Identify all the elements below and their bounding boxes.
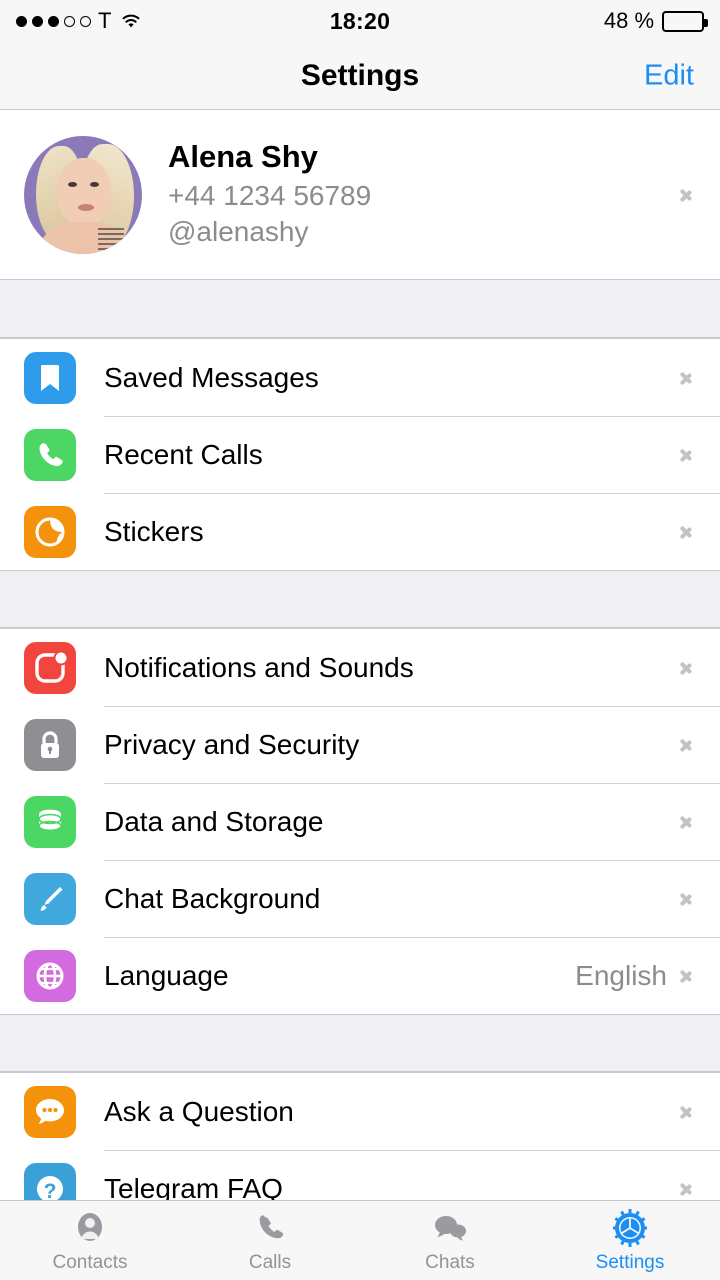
page-title: Settings bbox=[301, 59, 419, 93]
chat-bubble-icon bbox=[24, 1086, 76, 1138]
settings-row[interactable]: Stickers bbox=[0, 493, 720, 570]
lock-icon bbox=[24, 719, 76, 771]
settings-row[interactable]: Ask a Question bbox=[0, 1073, 720, 1150]
settings-row-label: Ask a Question bbox=[104, 1096, 294, 1128]
navigation-bar: Settings Edit bbox=[0, 42, 720, 110]
settings-row-label: Stickers bbox=[104, 516, 204, 548]
bookmark-icon bbox=[24, 352, 76, 404]
clock-label: 18:20 bbox=[330, 8, 390, 35]
tab-contacts[interactable]: Contacts bbox=[0, 1201, 180, 1280]
chevron-right-icon bbox=[679, 442, 694, 468]
profile-name: Alena Shy bbox=[168, 139, 371, 176]
chevron-right-icon bbox=[679, 182, 694, 208]
database-icon bbox=[24, 796, 76, 848]
avatar bbox=[24, 136, 142, 254]
chevron-right-icon bbox=[679, 963, 694, 989]
chevron-right-icon bbox=[679, 732, 694, 758]
phone-icon bbox=[24, 429, 76, 481]
chevron-right-icon bbox=[679, 365, 694, 391]
sticker-icon bbox=[24, 506, 76, 558]
settings-row-label: Privacy and Security bbox=[104, 729, 359, 761]
contacts-person-icon bbox=[70, 1208, 110, 1248]
settings-row[interactable]: Recent Calls bbox=[0, 416, 720, 493]
chevron-right-icon bbox=[679, 1099, 694, 1125]
chats-bubbles-icon bbox=[430, 1208, 470, 1248]
settings-row-label: Data and Storage bbox=[104, 806, 324, 838]
edit-button[interactable]: Edit bbox=[644, 59, 694, 92]
chevron-right-icon bbox=[679, 519, 694, 545]
settings-gear-icon bbox=[610, 1208, 650, 1248]
tab-calls[interactable]: Calls bbox=[180, 1201, 360, 1280]
settings-row[interactable]: Privacy and Security bbox=[0, 706, 720, 783]
tab-label: Settings bbox=[596, 1252, 665, 1274]
settings-row[interactable]: Saved Messages bbox=[0, 339, 720, 416]
calls-phone-icon bbox=[250, 1208, 290, 1248]
chevron-right-icon bbox=[679, 886, 694, 912]
tab-chats[interactable]: Chats bbox=[360, 1201, 540, 1280]
chevron-right-icon bbox=[679, 809, 694, 835]
settings-list[interactable]: Alena Shy +44 1234 56789 @alenashy Saved… bbox=[0, 110, 720, 1210]
status-bar-right: 48 % bbox=[390, 8, 704, 34]
settings-row[interactable]: Chat Background bbox=[0, 860, 720, 937]
tab-settings[interactable]: Settings bbox=[540, 1201, 720, 1280]
settings-row[interactable]: Data and Storage bbox=[0, 783, 720, 860]
profile-username: @alenashy bbox=[168, 214, 371, 250]
settings-group-1: Saved Messages Recent Calls Stickers bbox=[0, 338, 720, 571]
telegram-settings-screen: T 18:20 48 % Settings Edit bbox=[0, 0, 720, 1280]
section-gap bbox=[0, 571, 720, 628]
tab-label: Calls bbox=[249, 1252, 291, 1274]
battery-icon bbox=[662, 11, 704, 32]
tab-label: Contacts bbox=[53, 1252, 128, 1274]
globe-icon bbox=[24, 950, 76, 1002]
profile-phone: +44 1234 56789 bbox=[168, 178, 371, 214]
settings-row-label: Recent Calls bbox=[104, 439, 263, 471]
carrier-label: T bbox=[98, 8, 112, 34]
battery-percent-label: 48 % bbox=[604, 8, 654, 34]
profile-text: Alena Shy +44 1234 56789 @alenashy bbox=[168, 139, 371, 249]
settings-row[interactable]: Language English bbox=[0, 937, 720, 1014]
tab-bar: Contacts Calls Chats Settings bbox=[0, 1200, 720, 1280]
section-gap bbox=[0, 1015, 720, 1072]
section-gap bbox=[0, 280, 720, 338]
chevron-right-icon bbox=[679, 655, 694, 681]
signal-strength-icon bbox=[16, 16, 91, 27]
profile-row[interactable]: Alena Shy +44 1234 56789 @alenashy bbox=[0, 110, 720, 280]
settings-group-2: Notifications and Sounds Privacy and Secu… bbox=[0, 628, 720, 1015]
status-bar-left: T bbox=[16, 8, 330, 34]
settings-row[interactable]: Notifications and Sounds bbox=[0, 629, 720, 706]
settings-row-label: Notifications and Sounds bbox=[104, 652, 414, 684]
settings-row-label: Saved Messages bbox=[104, 362, 319, 394]
tab-label: Chats bbox=[425, 1252, 475, 1274]
brush-icon bbox=[24, 873, 76, 925]
notification-icon bbox=[24, 642, 76, 694]
chevron-right-icon bbox=[679, 1176, 694, 1202]
wifi-icon bbox=[119, 12, 143, 30]
settings-row-label: Chat Background bbox=[104, 883, 320, 915]
settings-row-value: English bbox=[575, 960, 679, 992]
status-bar: T 18:20 48 % bbox=[0, 0, 720, 42]
settings-row-label: Language bbox=[104, 960, 229, 992]
